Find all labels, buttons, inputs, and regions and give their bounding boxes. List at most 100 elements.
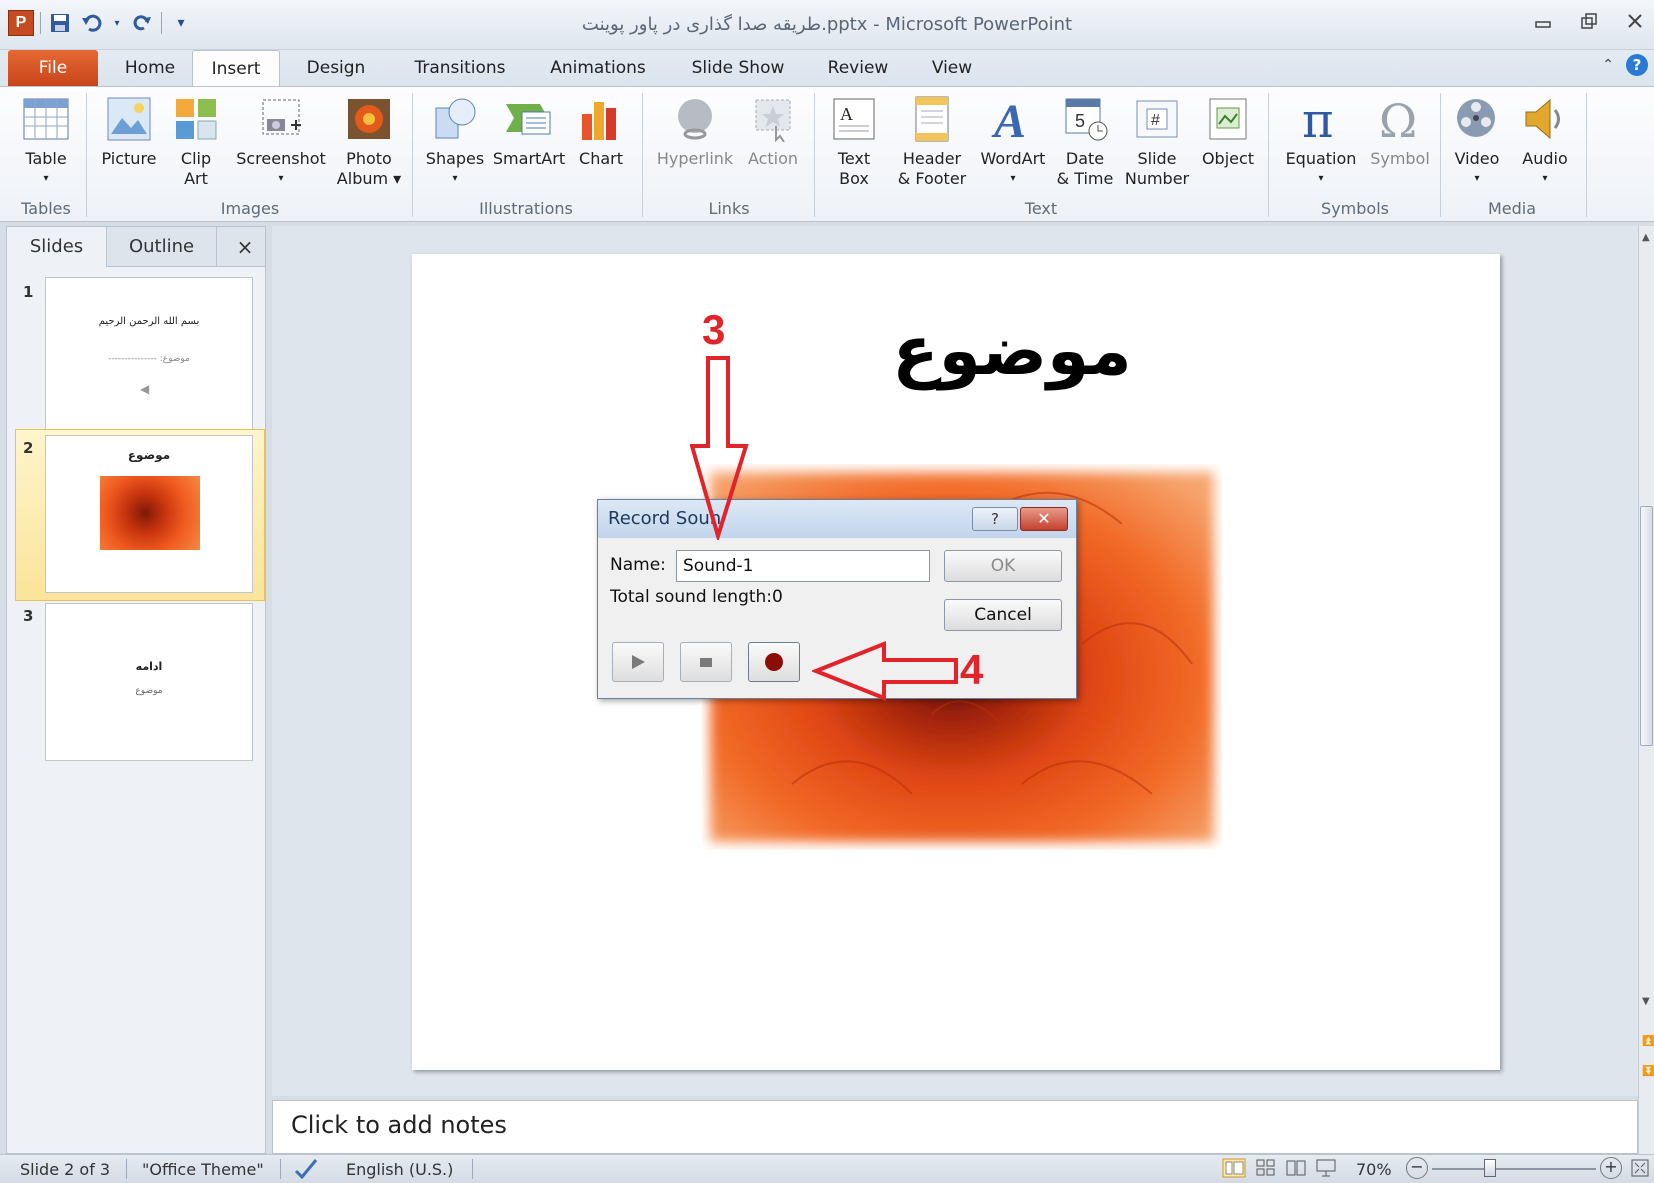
tab-view[interactable]: View bbox=[922, 50, 982, 86]
slide-number-button[interactable]: # Slide Number bbox=[1120, 93, 1194, 189]
smartart-button[interactable]: SmartArt bbox=[492, 93, 566, 169]
play-icon bbox=[632, 655, 645, 669]
vertical-scrollbar[interactable]: ▲ ▼ ⏫ ⏬ bbox=[1638, 226, 1654, 1154]
dialog-close-button[interactable]: ✕ bbox=[1020, 507, 1068, 531]
record-icon bbox=[765, 653, 783, 671]
tab-transitions[interactable]: Transitions bbox=[404, 50, 516, 86]
previous-slide-icon[interactable]: ⏫ bbox=[1642, 1036, 1654, 1047]
record-button[interactable] bbox=[748, 642, 800, 682]
header-footer-label: Header & Footer bbox=[897, 149, 967, 188]
slide-sorter-icon[interactable] bbox=[1256, 1158, 1276, 1182]
slide-title[interactable]: موضوع bbox=[832, 312, 1192, 391]
zoom-out-button[interactable]: − bbox=[1406, 1157, 1428, 1179]
tab-insert[interactable]: Insert bbox=[192, 50, 280, 86]
audio-label: Audio bbox=[1522, 149, 1568, 168]
thumbnail-text: موضوع: --------------- bbox=[108, 354, 190, 364]
wordart-icon: A bbox=[988, 93, 1038, 145]
clip-art-button[interactable]: Clip Art bbox=[166, 93, 226, 189]
minimize-ribbon-icon[interactable]: ⌃ bbox=[1602, 57, 1614, 73]
action-button[interactable]: Action bbox=[740, 93, 806, 169]
object-icon bbox=[1203, 93, 1253, 145]
play-button[interactable] bbox=[612, 642, 664, 682]
tab-home[interactable]: Home bbox=[112, 50, 188, 86]
group-label-illustrations: Illustrations bbox=[479, 199, 573, 218]
slide-number: 3 bbox=[23, 607, 34, 625]
tab-outline[interactable]: Outline bbox=[107, 227, 217, 267]
language-indicator[interactable]: English (U.S.) bbox=[346, 1160, 453, 1179]
cancel-button[interactable]: Cancel bbox=[944, 599, 1062, 631]
normal-view-icon[interactable] bbox=[1222, 1158, 1246, 1182]
ok-button[interactable]: OK bbox=[944, 550, 1062, 582]
slide-thumbnail-1[interactable]: بسم الله الرحمن الرحيم موضوع: ----------… bbox=[45, 277, 253, 435]
date-time-label: Date & Time bbox=[1056, 149, 1114, 188]
ribbon-insert: Table ▾ Tables Picture Clip Art Screensho… bbox=[0, 86, 1654, 222]
help-icon[interactable]: ? bbox=[1626, 54, 1648, 76]
tab-slides[interactable]: Slides bbox=[7, 227, 107, 267]
smartart-label: SmartArt bbox=[492, 149, 566, 168]
notes-pane[interactable]: Click to add notes bbox=[272, 1100, 1638, 1154]
table-button[interactable]: Table ▾ bbox=[14, 93, 78, 189]
chart-icon bbox=[576, 93, 626, 145]
picture-label: Picture bbox=[101, 149, 157, 168]
hyperlink-button[interactable]: Hyperlink bbox=[652, 93, 738, 169]
slide-show-icon[interactable] bbox=[1316, 1158, 1336, 1182]
thumbnail-text: ادامه bbox=[135, 660, 163, 673]
group-separator bbox=[814, 93, 815, 217]
notes-placeholder[interactable]: Click to add notes bbox=[291, 1111, 507, 1139]
svg-text:Ω: Ω bbox=[1379, 95, 1417, 143]
status-separator bbox=[472, 1159, 473, 1179]
tab-review[interactable]: Review bbox=[818, 50, 898, 86]
scroll-down-icon[interactable]: ▼ bbox=[1642, 996, 1650, 1007]
zoom-slider-thumb[interactable] bbox=[1484, 1159, 1496, 1177]
header-footer-button[interactable]: Header & Footer bbox=[890, 93, 974, 189]
pane-tabs: Slides Outline × bbox=[7, 227, 265, 267]
next-slide-icon[interactable]: ⏬ bbox=[1642, 1066, 1654, 1077]
window-title: طريقه صدا گذاری در پاور پوینت.pptx - Mic… bbox=[581, 14, 1073, 35]
tab-slide-show[interactable]: Slide Show bbox=[684, 50, 792, 86]
minimize-icon[interactable] bbox=[1534, 12, 1552, 35]
text-box-button[interactable]: A Text Box bbox=[822, 93, 886, 189]
svg-text:A: A bbox=[840, 104, 853, 124]
restore-icon[interactable] bbox=[1580, 12, 1598, 35]
date-time-button[interactable]: 5 Date & Time bbox=[1052, 93, 1118, 189]
slide-thumbnail-3[interactable]: ادامه موضوع bbox=[45, 603, 253, 761]
zoom-slider-track[interactable] bbox=[1432, 1168, 1596, 1170]
thumbnail-title: موضوع bbox=[127, 448, 171, 462]
status-separator bbox=[280, 1159, 281, 1179]
tab-file[interactable]: File bbox=[8, 50, 98, 86]
spell-check-icon[interactable] bbox=[294, 1157, 320, 1183]
action-label: Action bbox=[747, 149, 799, 168]
scroll-up-icon[interactable]: ▲ bbox=[1642, 232, 1650, 243]
slide-number: 2 bbox=[23, 439, 34, 457]
wordart-button[interactable]: A WordArt ▾ bbox=[976, 93, 1050, 189]
audio-button[interactable]: Audio ▾ bbox=[1512, 93, 1578, 189]
picture-icon bbox=[104, 93, 154, 145]
shapes-label: Shapes bbox=[425, 149, 485, 168]
shapes-button[interactable]: Shapes ▾ bbox=[420, 93, 490, 189]
sound-name-input[interactable] bbox=[676, 550, 930, 582]
fit-to-window-icon[interactable] bbox=[1630, 1158, 1650, 1182]
tab-animations[interactable]: Animations bbox=[540, 50, 656, 86]
zoom-level[interactable]: 70% bbox=[1356, 1160, 1392, 1179]
dialog-title-bar[interactable]: Record Soun ? ✕ bbox=[598, 500, 1076, 538]
chevron-down-icon: ▾ bbox=[1318, 173, 1324, 184]
screenshot-button[interactable]: Screenshot ▾ bbox=[232, 93, 330, 189]
close-pane-icon[interactable]: × bbox=[233, 227, 257, 267]
dialog-title: Record Soun bbox=[608, 508, 722, 529]
slide-thumbnail-2[interactable]: موضوع bbox=[45, 435, 253, 593]
video-button[interactable]: Video ▾ bbox=[1446, 93, 1508, 189]
picture-button[interactable]: Picture bbox=[96, 93, 162, 169]
zoom-in-button[interactable]: + bbox=[1600, 1157, 1622, 1179]
theme-name[interactable]: "Office Theme" bbox=[142, 1160, 264, 1179]
stop-button[interactable] bbox=[680, 642, 732, 682]
equation-button[interactable]: π Equation ▾ bbox=[1276, 93, 1366, 189]
symbol-button[interactable]: Ω Symbol bbox=[1366, 93, 1434, 169]
photo-album-button[interactable]: Photo Album ▾ bbox=[334, 93, 404, 189]
tab-design[interactable]: Design bbox=[296, 50, 376, 86]
scrollbar-thumb[interactable] bbox=[1640, 506, 1653, 746]
close-icon[interactable] bbox=[1626, 12, 1644, 35]
object-button[interactable]: Object bbox=[1196, 93, 1260, 169]
reading-view-icon[interactable] bbox=[1286, 1158, 1306, 1182]
chart-button[interactable]: Chart bbox=[570, 93, 632, 169]
dialog-help-button[interactable]: ? bbox=[972, 507, 1018, 531]
